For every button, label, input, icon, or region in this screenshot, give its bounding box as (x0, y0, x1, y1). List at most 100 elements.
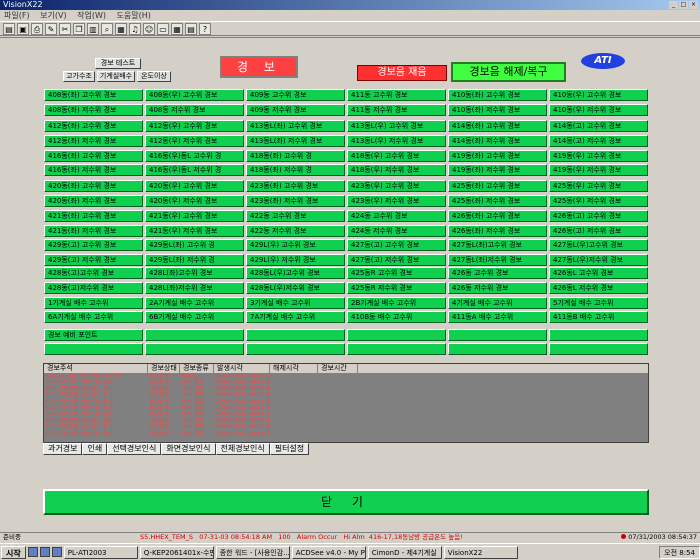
paste-icon[interactable]: ▥ (87, 23, 99, 35)
alarm-point-15-2[interactable]: 7A기계실 배수 고수위 (246, 311, 345, 323)
alarm-point-12-3[interactable]: 425동R 고수위 경보 (347, 267, 446, 279)
alarm-point-8-5[interactable]: 426동(고) 고수위 경보 (549, 210, 648, 222)
open-icon[interactable]: ▤ (3, 23, 15, 35)
alarm-point-4-1[interactable]: 416동(우)동L 고수위 경 (145, 150, 244, 162)
alarm-point-17-2[interactable] (246, 343, 345, 355)
alarm-point-9-0[interactable]: 421동(좌) 저수위 경보 (44, 225, 143, 237)
chart-icon[interactable]: ▦ (115, 23, 127, 35)
alarm-point-10-2[interactable]: 429L(우) 고수위 경보 (246, 239, 345, 251)
copy-icon[interactable]: ❐ (73, 23, 85, 35)
alarm-point-15-4[interactable]: 411동A 배수 고수위 (448, 311, 547, 323)
alarm-point-1-1[interactable]: 408동 저수위 경보 (145, 104, 244, 116)
event-row[interactable]: 401~7동남방 공급온도 경고! 경보발생 HiHi 경보 2003/07/31 0… (44, 431, 364, 437)
find-icon[interactable]: ⌕ (101, 23, 113, 35)
alarm-point-1-2[interactable]: 409동 저수위 경보 (246, 104, 345, 116)
cut-icon[interactable]: ✂ (59, 23, 71, 35)
alarm-point-2-0[interactable]: 412동(좌) 고수위 경보 (44, 120, 143, 132)
alarm-point-12-0[interactable]: 428동(고)고수위 경보 (44, 267, 143, 279)
alarm-point-3-4[interactable]: 414동(좌) 저수위 경보 (448, 135, 547, 147)
alarm-point-8-4[interactable]: 426동(좌) 고수위 경보 (448, 210, 547, 222)
alarm-point-6-0[interactable]: 420동(좌) 고수위 경보 (44, 180, 143, 192)
alarm-point-7-0[interactable]: 420동(좌) 저수위 경보 (44, 195, 143, 207)
alarm-point-4-2[interactable]: 418동(좌) 고수위 경 (246, 150, 345, 162)
alarm-point-16-0[interactable]: 경보 예비 포인트 (44, 329, 143, 341)
alarm-point-0-4[interactable]: 410동(좌) 고수위 경보 (448, 89, 547, 101)
alarm-point-0-5[interactable]: 410동(우) 고수위 경보 (549, 89, 648, 101)
print-icon[interactable]: ⎙ (31, 23, 43, 35)
alarm-point-6-2[interactable]: 423동(좌) 고수위 경보 (246, 180, 345, 192)
alarm-point-2-5[interactable]: 414동(고) 고수위 경보 (549, 120, 648, 132)
alarm-point-15-0[interactable]: 6A기계실 배수 고수위 (44, 311, 143, 323)
grid-icon[interactable]: ▦ (171, 23, 183, 35)
alarm-point-16-4[interactable] (448, 329, 547, 341)
event-tab-button[interactable]: 인쇄 (82, 443, 108, 455)
alarm-point-3-5[interactable]: 414동(고) 저수위 경보 (549, 135, 648, 147)
alarm-point-16-2[interactable] (246, 329, 345, 341)
alarm-reset-button[interactable]: 경보음 해제/복구 (451, 62, 566, 82)
alarm-title-button[interactable]: 경 보 (220, 56, 298, 78)
taskbar-item[interactable]: ACDSee v4.0 - My Pi... (291, 545, 366, 559)
alarm-point-11-1[interactable]: 429동L(좌) 저수위 경 (145, 254, 244, 266)
alarm-point-7-5[interactable]: 425동(우) 저수위 경보 (549, 195, 648, 207)
event-tab-button[interactable]: 전체경보인식 (215, 443, 270, 455)
save-icon[interactable]: ▣ (17, 23, 29, 35)
alarm-point-10-1[interactable]: 429동L(좌) 고수위 경 (145, 239, 244, 251)
alarm-point-14-3[interactable]: 2B기계실 배수 고수위 (347, 297, 446, 309)
alarm-point-14-2[interactable]: 3기계실 배수 고수위 (246, 297, 345, 309)
alarm-point-8-1[interactable]: 421동(우) 고수위 경보 (145, 210, 244, 222)
alarm-point-2-2[interactable]: 413동L(좌) 고수위 경보 (246, 120, 345, 132)
start-button[interactable]: 시작 (1, 545, 26, 559)
menu-task[interactable]: 작업(W) (77, 11, 106, 20)
event-col-header[interactable]: 경보상태 (148, 364, 180, 373)
taskbar-item[interactable]: VisionX22 (443, 545, 518, 559)
alarm-point-4-0[interactable]: 416동(좌) 고수위 경보 (44, 150, 143, 162)
close-button[interactable]: 닫 기 (43, 489, 649, 515)
menu-help[interactable]: 도움말(H) (117, 11, 151, 20)
alarm-point-12-5[interactable]: 426동L 고수위 경보 (549, 267, 648, 279)
alarm-point-5-2[interactable]: 418동(좌) 저수위 경 (246, 164, 345, 176)
menu-file[interactable]: 파일(F) (4, 11, 30, 20)
taskbar-item[interactable]: Q-KEP2061401x-수만... (139, 545, 214, 559)
alarm-point-10-4[interactable]: 427동L(좌)고수위 경보 (448, 239, 547, 251)
alarm-point-13-5[interactable]: 426동L 저수위 경보 (549, 282, 648, 294)
high-level-button[interactable]: 고가수조 (63, 71, 95, 82)
edit-icon[interactable]: ✎ (45, 23, 57, 35)
alarm-point-0-2[interactable]: 409동 고수위 경보 (246, 89, 345, 101)
alarm-point-13-1[interactable]: 428L(좌)저수위 경보 (145, 282, 244, 294)
alarm-point-11-5[interactable]: 427동L(우)저수위 경보 (549, 254, 648, 266)
alarm-point-5-3[interactable]: 418동(우) 저수위 경보 (347, 164, 446, 176)
alarm-point-10-5[interactable]: 427동L(우)고수위 경보 (549, 239, 648, 251)
alarm-point-14-1[interactable]: 2A기계실 배수 고수위 (145, 297, 244, 309)
alarm-point-9-5[interactable]: 426동(고) 저수위 경보 (549, 225, 648, 237)
alarm-point-3-3[interactable]: 413동L(우) 저수위 경보 (347, 135, 446, 147)
quicklaunch-desktop-icon[interactable] (27, 547, 38, 557)
alarm-point-5-1[interactable]: 416동(우)동L 저수위 경 (145, 164, 244, 176)
close-icon[interactable]: × (689, 1, 698, 9)
alarm-point-8-3[interactable]: 424동 고수위 경보 (347, 210, 446, 222)
alarm-point-0-3[interactable]: 411동 고수위 경보 (347, 89, 446, 101)
alarm-point-11-0[interactable]: 429동(고) 저수위 경보 (44, 254, 143, 266)
event-col-header[interactable]: 경보시간 (318, 364, 358, 373)
alarm-point-2-4[interactable]: 414동(좌) 고수위 경보 (448, 120, 547, 132)
alarm-point-6-5[interactable]: 425동(우) 고수위 경보 (549, 180, 648, 192)
alarm-point-4-4[interactable]: 419동(좌) 고수위 경보 (448, 150, 547, 162)
alarm-point-9-4[interactable]: 426동(좌) 저수위 경보 (448, 225, 547, 237)
taskbar-item[interactable]: PL-ATI2003 (63, 545, 138, 559)
alarm-point-13-0[interactable]: 428동(고)저수위 경보 (44, 282, 143, 294)
quicklaunch-browser-icon[interactable] (39, 547, 50, 557)
alarm-point-12-4[interactable]: 426동 고수위 경보 (448, 267, 547, 279)
monitor-icon[interactable]: ▭ (157, 23, 169, 35)
alarm-point-16-3[interactable] (347, 329, 446, 341)
user-icon[interactable]: ☺ (143, 23, 155, 35)
alarm-point-15-1[interactable]: 6B기계실 배수 고수위 (145, 311, 244, 323)
alarm-test-button[interactable]: 경보 테스트 (95, 58, 141, 69)
alarm-point-9-2[interactable]: 422동 저수위 경보 (246, 225, 345, 237)
temp-high-button[interactable]: 온도이상 (137, 71, 171, 82)
alarm-point-11-4[interactable]: 427동L(좌)저수위 경보 (448, 254, 547, 266)
alarm-point-17-1[interactable] (145, 343, 244, 355)
alarm-point-10-0[interactable]: 429동(고) 고수위 경보 (44, 239, 143, 251)
event-tab-button[interactable]: 선택경보인식 (107, 443, 162, 455)
alarm-point-15-3[interactable]: 410B동 배수 고수위 (347, 311, 446, 323)
alarm-point-16-1[interactable] (145, 329, 244, 341)
table-icon[interactable]: ▤ (185, 23, 197, 35)
